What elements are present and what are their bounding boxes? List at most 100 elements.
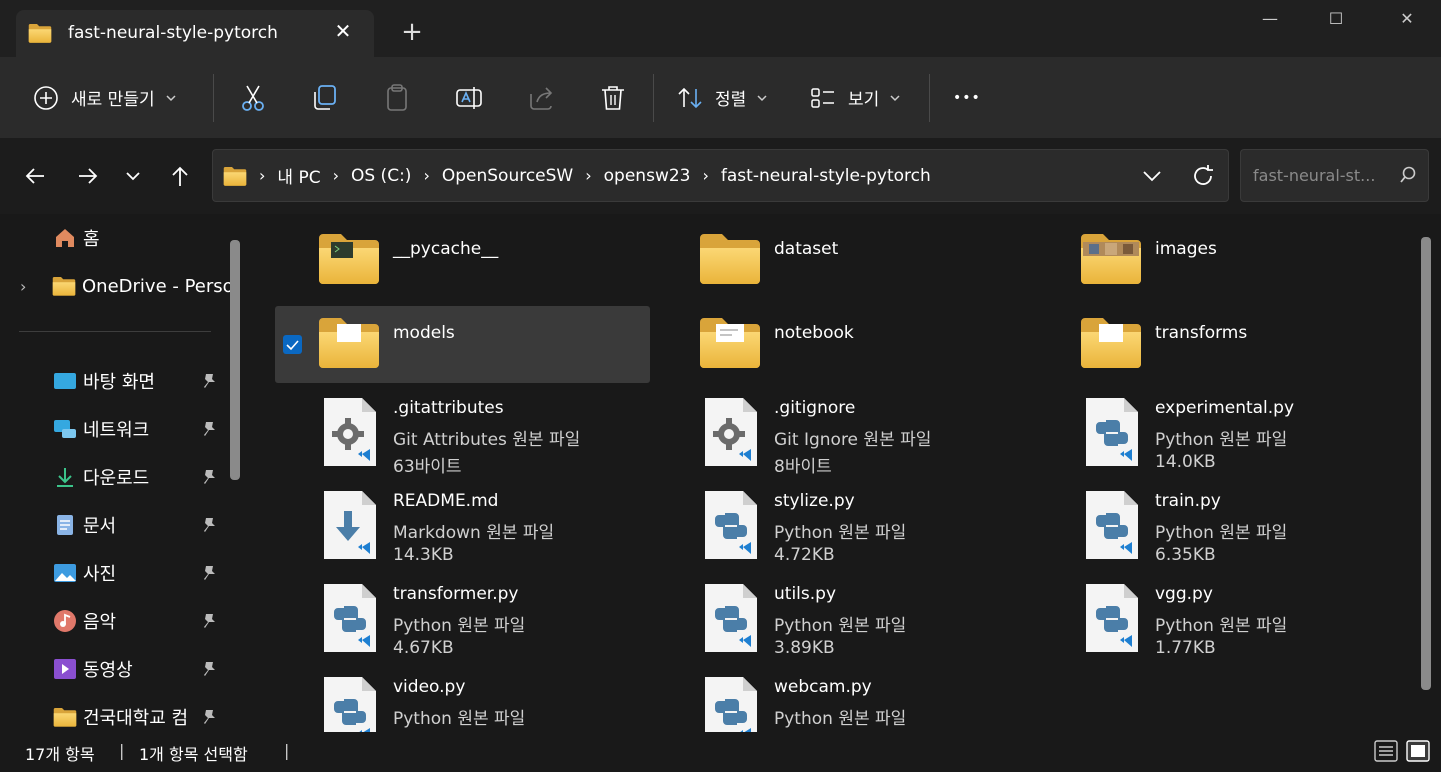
file-item-transformer[interactable]: transformer.py Python 원본 파일 4.67KB bbox=[322, 582, 652, 662]
content-scrollbar[interactable] bbox=[1421, 237, 1431, 690]
pin-icon[interactable] bbox=[200, 372, 218, 390]
tab-active[interactable]: fast-neural-style-pytorch ✕ bbox=[16, 10, 374, 57]
address-history-chevron-icon[interactable] bbox=[1139, 163, 1165, 189]
sidebar-item-konkuk-folder[interactable]: 건국대학교 컴 bbox=[53, 697, 188, 737]
selected-checkbox[interactable] bbox=[283, 335, 302, 354]
folder-icon bbox=[698, 232, 762, 284]
cut-icon[interactable] bbox=[237, 82, 269, 114]
file-item-gitattributes[interactable]: .gitattributes Git Attributes 원본 파일 63바이… bbox=[322, 396, 652, 477]
folder-item-models[interactable]: models bbox=[317, 316, 647, 386]
new-tab-button[interactable]: + bbox=[398, 18, 426, 46]
item-name: stylize.py bbox=[774, 491, 855, 511]
new-button-label: 새로 만들기 bbox=[71, 90, 155, 110]
arrow-up-icon bbox=[172, 166, 188, 186]
file-item-video[interactable]: video.py Python 원본 파일 bbox=[322, 675, 652, 732]
maximize-button[interactable]: ☐ bbox=[1316, 6, 1356, 32]
sidebar-item-desktop[interactable]: 바탕 화면 bbox=[53, 361, 155, 401]
view-button[interactable]: 보기 bbox=[810, 57, 901, 138]
address-bar[interactable]: › 내 PC › OS (C:) › OpenSourceSW › opensw… bbox=[212, 149, 1229, 202]
file-item-readme[interactable]: README.md Markdown 원본 파일 14.3KB bbox=[322, 489, 652, 569]
sidebar-item-home[interactable]: 홈 bbox=[53, 218, 100, 258]
breadcrumb-item[interactable]: OS (C:) bbox=[351, 166, 411, 186]
folder-item-images[interactable]: images bbox=[1079, 232, 1409, 302]
item-type: Python 원본 파일 bbox=[1155, 523, 1288, 543]
chevron-right-icon: › bbox=[585, 166, 592, 185]
folder-icon bbox=[52, 274, 76, 298]
pin-icon[interactable] bbox=[200, 708, 218, 726]
sidebar-item-downloads[interactable]: 다운로드 bbox=[53, 457, 149, 497]
close-tab-button[interactable]: ✕ bbox=[332, 20, 354, 42]
item-type: Git Ignore 원본 파일 bbox=[774, 430, 932, 450]
delete-icon[interactable] bbox=[597, 82, 629, 114]
toolbar-divider bbox=[213, 74, 214, 122]
back-button[interactable] bbox=[17, 158, 53, 194]
pin-icon[interactable] bbox=[200, 516, 218, 534]
forward-button[interactable] bbox=[70, 158, 106, 194]
item-size: 6.35KB bbox=[1155, 545, 1216, 565]
pin-icon[interactable] bbox=[200, 564, 218, 582]
breadcrumb-item[interactable]: fast-neural-style-pytorch bbox=[721, 166, 931, 186]
python-file-icon bbox=[1084, 396, 1140, 468]
folder-item-dataset[interactable]: dataset bbox=[698, 232, 1028, 302]
breadcrumb-item[interactable]: opensw23 bbox=[604, 166, 691, 186]
item-type: Python 원본 파일 bbox=[393, 616, 526, 636]
folder-icon bbox=[53, 705, 77, 729]
file-item-experimental[interactable]: experimental.py Python 원본 파일 14.0KB bbox=[1084, 396, 1414, 476]
up-button[interactable] bbox=[162, 158, 198, 194]
sort-button[interactable]: 정렬 bbox=[677, 57, 768, 138]
file-item-stylize[interactable]: stylize.py Python 원본 파일 4.72KB bbox=[703, 489, 1033, 569]
item-name: __pycache__ bbox=[393, 239, 499, 259]
sidebar-item-label: 바탕 화면 bbox=[83, 372, 155, 393]
paste-icon[interactable] bbox=[381, 82, 413, 114]
item-type: Python 원본 파일 bbox=[393, 709, 526, 729]
large-icons-view-icon[interactable] bbox=[1406, 740, 1430, 762]
item-name: experimental.py bbox=[1155, 398, 1295, 418]
folder-item-notebook[interactable]: notebook bbox=[698, 316, 1028, 386]
breadcrumb-item[interactable]: OpenSourceSW bbox=[442, 166, 573, 186]
item-name: models bbox=[393, 323, 455, 343]
markdown-file-icon bbox=[322, 489, 378, 561]
copy-icon[interactable] bbox=[309, 82, 341, 114]
sidebar-item-network[interactable]: 네트워크 bbox=[53, 409, 149, 449]
close-window-button[interactable]: ✕ bbox=[1387, 6, 1427, 32]
sidebar-scrollbar[interactable] bbox=[230, 240, 240, 480]
minimize-button[interactable]: — bbox=[1250, 6, 1290, 32]
item-name: notebook bbox=[774, 323, 854, 343]
sidebar-item-videos[interactable]: 동영상 bbox=[53, 649, 133, 689]
sidebar-item-label: 사진 bbox=[83, 564, 117, 585]
chevron-right-icon[interactable]: › bbox=[20, 277, 42, 296]
sidebar-item-music[interactable]: 음악 bbox=[53, 601, 116, 641]
item-name: vgg.py bbox=[1155, 584, 1213, 604]
sidebar-item-onedrive[interactable]: › OneDrive - Perso bbox=[20, 266, 234, 306]
more-options-button[interactable]: ••• bbox=[953, 57, 981, 138]
file-item-vgg[interactable]: vgg.py Python 원본 파일 1.77KB bbox=[1084, 582, 1414, 662]
refresh-icon[interactable] bbox=[1189, 162, 1217, 190]
details-view-icon[interactable] bbox=[1374, 740, 1398, 762]
new-button[interactable]: 새로 만들기 bbox=[33, 57, 177, 138]
file-item-train[interactable]: train.py Python 원본 파일 6.35KB bbox=[1084, 489, 1414, 569]
item-type: Python 원본 파일 bbox=[774, 523, 907, 543]
recent-locations-button[interactable] bbox=[115, 158, 151, 194]
item-name: .gitattributes bbox=[393, 398, 504, 418]
pin-icon[interactable] bbox=[200, 420, 218, 438]
file-item-utils[interactable]: utils.py Python 원본 파일 3.89KB bbox=[703, 582, 1033, 662]
pin-icon[interactable] bbox=[200, 612, 218, 630]
sidebar-item-pictures[interactable]: 사진 bbox=[53, 553, 116, 593]
file-item-gitignore[interactable]: .gitignore Git Ignore 원본 파일 8바이트 bbox=[703, 396, 1033, 477]
file-item-webcam[interactable]: webcam.py Python 원본 파일 bbox=[703, 675, 1033, 732]
pin-icon[interactable] bbox=[200, 468, 218, 486]
item-name: video.py bbox=[393, 677, 466, 697]
folder-item-transforms[interactable]: transforms bbox=[1079, 316, 1409, 386]
breadcrumb-item[interactable]: 내 PC bbox=[277, 163, 320, 188]
python-file-icon bbox=[703, 675, 759, 732]
folder-item-pycache[interactable]: __pycache__ bbox=[317, 232, 647, 302]
search-box[interactable]: fast-neural-st... bbox=[1240, 149, 1429, 202]
share-icon[interactable] bbox=[525, 82, 557, 114]
arrow-left-icon bbox=[25, 168, 44, 184]
pin-icon[interactable] bbox=[200, 660, 218, 678]
rename-icon[interactable] bbox=[453, 82, 485, 114]
chevron-right-icon: › bbox=[702, 166, 709, 185]
item-name: README.md bbox=[393, 491, 499, 511]
sidebar-item-documents[interactable]: 문서 bbox=[53, 505, 116, 545]
images-folder-icon bbox=[1079, 232, 1143, 284]
